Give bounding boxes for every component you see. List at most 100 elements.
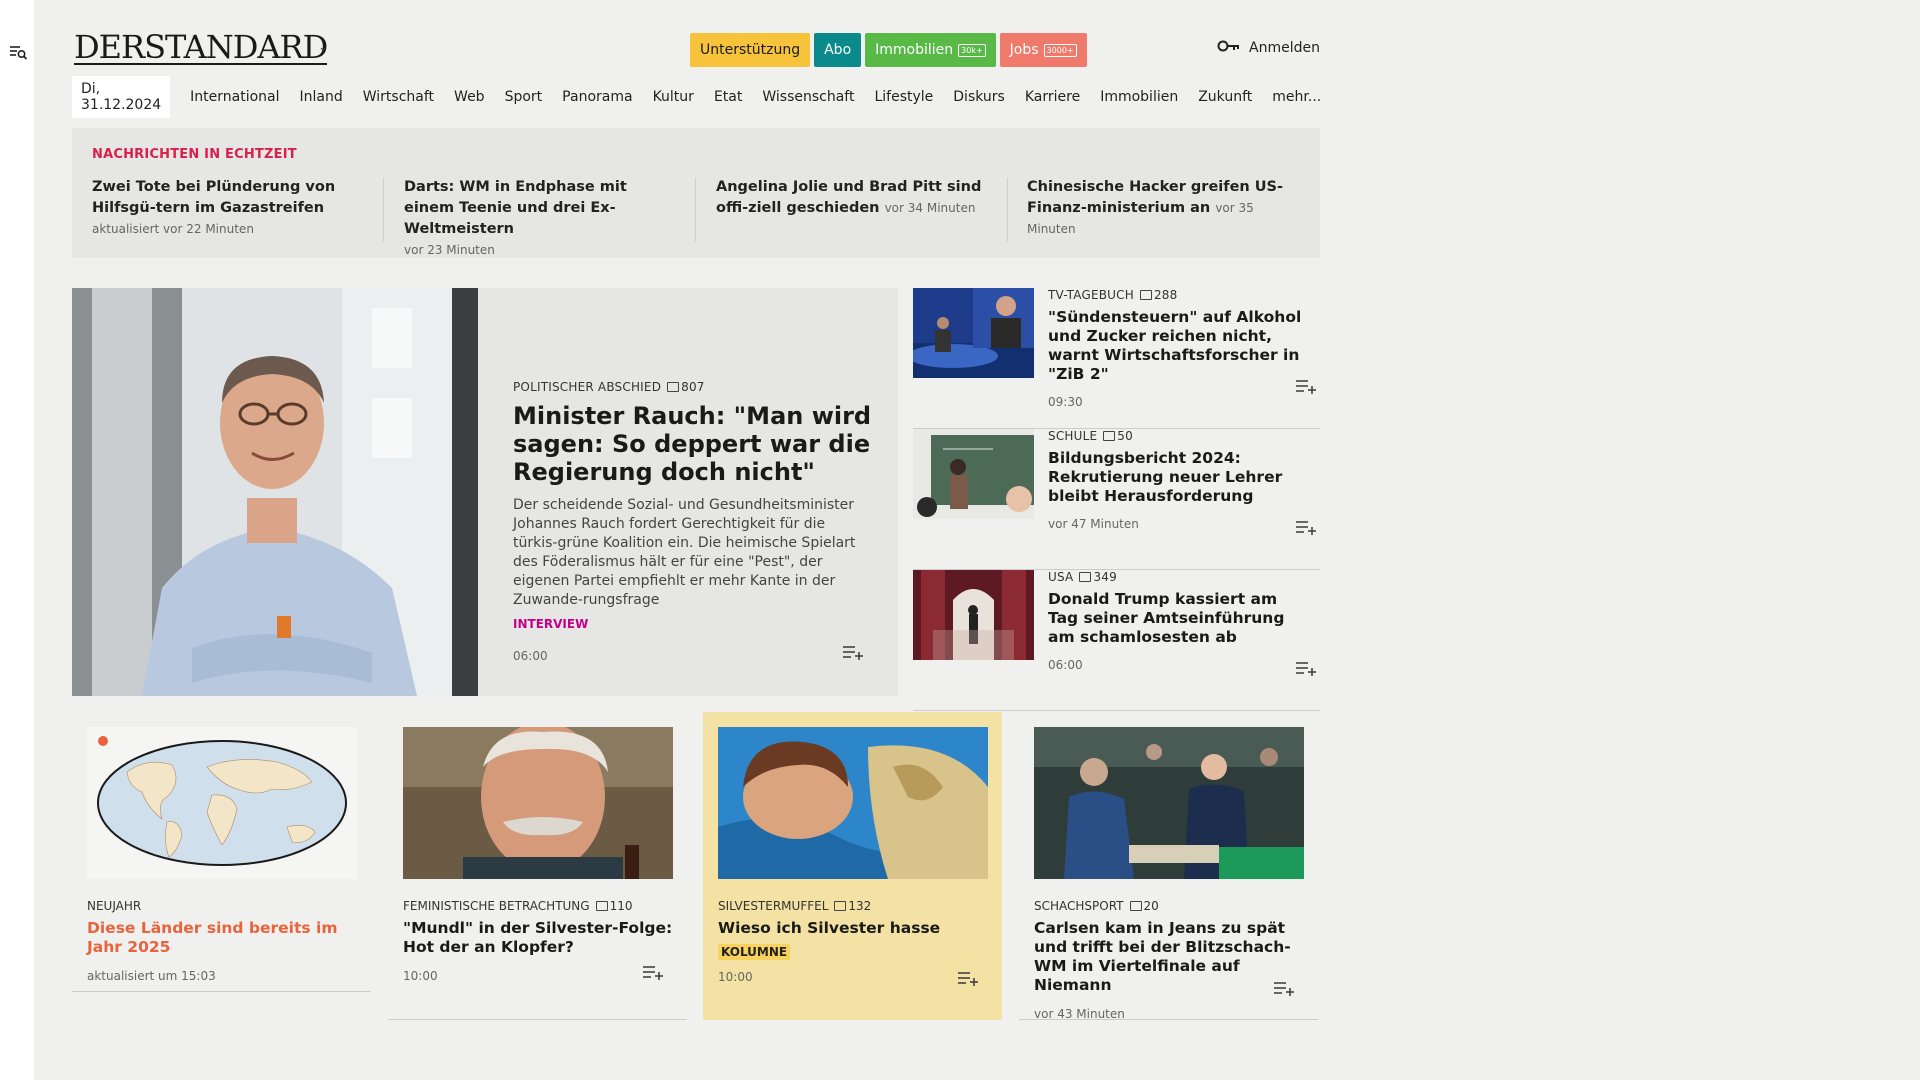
comment-count-value: 349 <box>1093 570 1117 584</box>
nav-panorama[interactable]: Panorama <box>552 89 642 105</box>
comment-count[interactable]: 110 <box>595 899 633 913</box>
add-to-list-icon[interactable] <box>957 970 979 986</box>
pill-label: Abo <box>824 42 852 58</box>
add-to-list-icon[interactable] <box>1295 660 1317 676</box>
chevron-down-icon[interactable]: ⌄ <box>318 40 329 55</box>
article-title[interactable]: "Sündensteuern" auf Alkohol und Zucker r… <box>1048 308 1310 384</box>
comment-count-value: 132 <box>848 899 872 913</box>
nav-sport[interactable]: Sport <box>495 89 553 105</box>
pill-label: Jobs <box>1009 42 1039 58</box>
hero-text: POLITISCHER ABSCHIED 807 Minister Rauch:… <box>513 380 873 663</box>
comment-count[interactable]: 288 <box>1139 288 1178 302</box>
article-title[interactable]: Wieso ich Silvester hasse <box>718 919 988 938</box>
ticker-item[interactable]: Chinesische Hacker greifen US-Finanz-min… <box>1027 177 1302 240</box>
add-to-list-icon[interactable] <box>842 644 864 660</box>
article-image <box>1034 727 1304 879</box>
article-kicker: FEMINISTISCHE BETRACHTUNG 110 <box>403 899 673 913</box>
nav-more[interactable]: mehr... <box>1262 89 1331 105</box>
article-card[interactable]: FEMINISTISCHE BETRACHTUNG 110 "Mundl" in … <box>388 712 687 1020</box>
article-kicker: SCHACHSPORT 20 <box>1034 899 1304 913</box>
nav-inland[interactable]: Inland <box>290 89 353 105</box>
add-to-list-icon[interactable] <box>1295 519 1317 535</box>
article-kicker: SCHULE 50 <box>1048 429 1310 443</box>
login-button[interactable]: Anmelden <box>1217 40 1320 56</box>
article-time: vor 47 Minuten <box>1048 517 1139 531</box>
article-time: 06:00 <box>513 649 548 663</box>
list-item[interactable]: SCHULE 50 Bildungsbericht 2024: Rekrutier… <box>913 429 1320 570</box>
nav-international[interactable]: International <box>180 89 289 105</box>
pill-label: Immobilien <box>875 42 954 58</box>
article-time: vor 43 Minuten <box>1034 1007 1125 1021</box>
article-text: USA 349 Donald Trump kassiert am Tag sein… <box>1048 570 1310 672</box>
article-title[interactable]: Bildungsbericht 2024: Rekrutierung neuer… <box>1048 449 1310 506</box>
nav-kultur[interactable]: Kultur <box>643 89 704 105</box>
site-header: DERSTANDARD ⌄ Unterstützung Abo Immobili… <box>72 0 1320 72</box>
nav-wissenschaft[interactable]: Wissenschaft <box>752 89 864 105</box>
jobs-button[interactable]: Jobs 3000+ <box>999 33 1087 67</box>
hero-image <box>72 288 478 696</box>
article-thumbnail <box>913 288 1034 378</box>
nav-karriere[interactable]: Karriere <box>1015 89 1090 105</box>
kicker-label: POLITISCHER ABSCHIED <box>513 380 662 394</box>
comment-icon <box>1079 572 1092 582</box>
add-to-list-icon[interactable] <box>1295 378 1317 394</box>
article-text: TV-TAGEBUCH 288 "Sündensteuern" auf Alkoh… <box>1048 288 1310 409</box>
immobilien-button[interactable]: Immobilien 30k+ <box>865 33 996 67</box>
nav-diskurs[interactable]: Diskurs <box>943 89 1015 105</box>
article-time: 10:00 <box>403 969 438 983</box>
menu-search-icon[interactable] <box>8 42 28 62</box>
left-sidebar <box>0 0 34 1080</box>
nav-immobilien[interactable]: Immobilien <box>1090 89 1188 105</box>
lead-article[interactable]: POLITISCHER ABSCHIED 807 Minister Rauch:… <box>72 288 898 696</box>
pill-label: Unterstützung <box>700 42 801 58</box>
card-body: SILVESTERMUFFEL 132 Wieso ich Silvester h… <box>718 727 988 984</box>
article-title[interactable]: Carlsen kam in Jeans zu spät und trifft … <box>1034 919 1304 995</box>
comment-icon <box>1103 431 1116 441</box>
article-kicker: POLITISCHER ABSCHIED 807 <box>513 380 873 394</box>
kicker-label: SCHULE <box>1048 429 1098 443</box>
list-item[interactable]: TV-TAGEBUCH 288 "Sündensteuern" auf Alkoh… <box>913 288 1320 429</box>
comment-count[interactable]: 349 <box>1079 570 1117 584</box>
world-map-image <box>87 727 357 879</box>
column-badge: KOLUMNE <box>718 944 791 960</box>
list-item[interactable]: USA 349 Donald Trump kassiert am Tag sein… <box>913 570 1320 711</box>
nav-zukunft[interactable]: Zukunft <box>1188 89 1262 105</box>
article-kicker: SILVESTERMUFFEL 132 <box>718 899 988 913</box>
nav-etat[interactable]: Etat <box>704 89 752 105</box>
support-button[interactable]: Unterstützung <box>690 33 811 67</box>
ticker-title: NACHRICHTEN IN ECHTZEIT <box>92 147 297 162</box>
ticker-item-title: Darts: WM in Endphase mit einem Teenie u… <box>404 179 627 237</box>
hero-title[interactable]: Minister Rauch: "Man wird sagen: So depp… <box>513 402 873 486</box>
site-logo[interactable]: DERSTANDARD <box>74 30 328 65</box>
nav-web[interactable]: Web <box>444 89 495 105</box>
kicker-label: TV-TAGEBUCH <box>1048 288 1134 302</box>
abo-button[interactable]: Abo <box>814 33 862 67</box>
comment-count[interactable]: 20 <box>1129 899 1159 913</box>
login-label: Anmelden <box>1249 40 1320 56</box>
nav-lifestyle[interactable]: Lifestyle <box>864 89 943 105</box>
ticker-item[interactable]: Darts: WM in Endphase mit einem Teenie u… <box>404 177 679 261</box>
article-card[interactable]: SCHACHSPORT 20 Carlsen kam in Jeans zu sp… <box>1019 712 1318 1021</box>
article-title[interactable]: Donald Trump kassiert am Tag seiner Amts… <box>1048 590 1310 647</box>
add-to-list-icon[interactable] <box>642 964 664 980</box>
pill-badge: 30k+ <box>958 43 986 57</box>
article-time: aktualisiert um 15:03 <box>87 969 216 983</box>
card-body: FEMINISTISCHE BETRACHTUNG 110 "Mundl" in … <box>403 727 673 983</box>
kicker-label: FEMINISTISCHE BETRACHTUNG <box>403 899 590 913</box>
current-date: Di, 31.12.2024 <box>72 76 171 118</box>
article-title[interactable]: Diese Länder sind bereits im Jahr 2025 <box>87 919 357 957</box>
hero-lead: Der scheidende Sozial- und Gesundheitsmi… <box>513 497 856 608</box>
comment-count[interactable]: 50 <box>1103 429 1133 443</box>
add-to-list-icon[interactable] <box>1273 980 1295 996</box>
divider <box>383 178 384 242</box>
ticker-item[interactable]: Angelina Jolie und Brad Pitt sind offi-z… <box>716 177 991 219</box>
comment-count[interactable]: 132 <box>834 899 871 913</box>
article-title[interactable]: "Mundl" in der Silvester-Folge: Hot der … <box>403 919 673 957</box>
article-card-highlight[interactable]: SILVESTERMUFFEL 132 Wieso ich Silvester h… <box>703 712 1002 1020</box>
ticker-item-time: aktualisiert vor 22 Minuten <box>92 222 254 236</box>
comment-count[interactable]: 807 <box>667 380 705 394</box>
article-card[interactable]: NEUJAHR Diese Länder sind bereits im Jah… <box>72 712 371 992</box>
card-body: SCHACHSPORT 20 Carlsen kam in Jeans zu sp… <box>1034 727 1304 1021</box>
nav-wirtschaft[interactable]: Wirtschaft <box>353 89 444 105</box>
ticker-item[interactable]: Zwei Tote bei Plünderung von Hilfsgü-ter… <box>92 177 367 240</box>
